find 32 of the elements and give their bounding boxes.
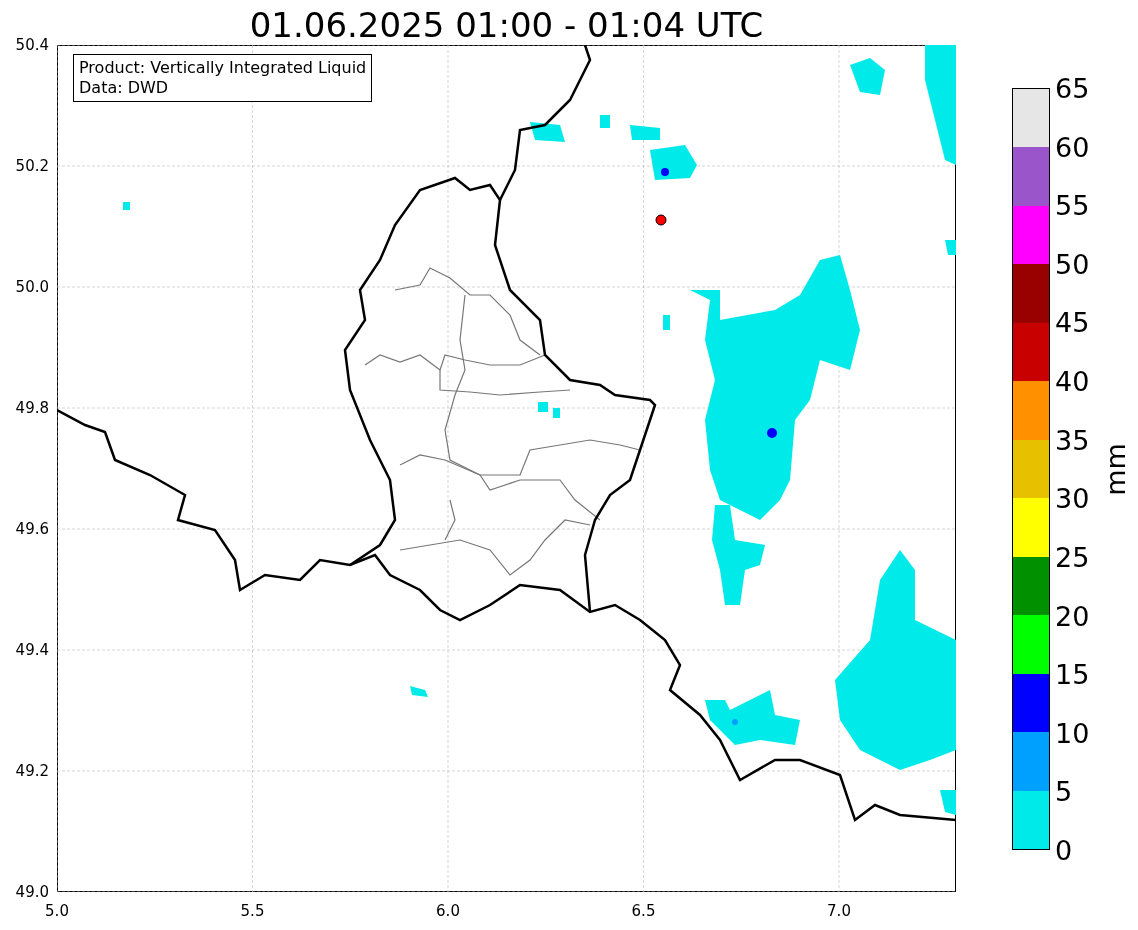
colorbar-tick-label: 40	[1055, 365, 1090, 397]
info-text: Product: Vertically Integrated Liquid	[79, 58, 367, 78]
colorbar-tick-label: 5	[1055, 775, 1073, 807]
y-tick-label: 49.8	[15, 399, 49, 417]
colorbar-tick-label: 60	[1055, 131, 1090, 163]
x-tick-label: 6.0	[436, 902, 460, 920]
colorbar-tick-label: 50	[1055, 248, 1090, 280]
colorbar-tick-label: 30	[1055, 482, 1090, 514]
info-text: Data: DWD	[79, 78, 170, 98]
y-tick-label: 49.6	[15, 520, 49, 538]
colorbar-tick-label: 55	[1055, 189, 1090, 221]
chart-title: 01.06.2025 01:00 - 01:04 UTC	[248, 4, 765, 45]
x-tick-label: 5.5	[240, 902, 265, 920]
y-tick-label: 50.0	[15, 278, 49, 296]
colorbar-tick-label: 25	[1055, 541, 1090, 573]
colorbar-tick-label: 15	[1055, 658, 1090, 690]
colorbar-tick-label: 0	[1055, 834, 1073, 866]
colorbar-tick-label: 35	[1055, 424, 1090, 456]
x-tick-label: 5.0	[45, 902, 69, 920]
y-tick-label: 49.4	[15, 641, 49, 659]
y-tick-label: 50.2	[15, 157, 49, 175]
colorbar-tick-label: 20	[1055, 600, 1090, 632]
x-tick-label: 6.5	[631, 902, 656, 920]
colorbar-label: mm	[1099, 442, 1131, 496]
colorbar-tick-label: 65	[1055, 72, 1090, 104]
location-marker	[655, 214, 667, 226]
x-tick-label: 7.0	[827, 902, 851, 920]
colorbar-tick-label: 45	[1055, 306, 1090, 338]
colorbar-tick-label: 10	[1055, 717, 1090, 749]
y-tick-label: 49.0	[15, 883, 49, 901]
y-tick-label: 50.4	[15, 36, 49, 54]
y-tick-label: 49.2	[15, 762, 49, 780]
